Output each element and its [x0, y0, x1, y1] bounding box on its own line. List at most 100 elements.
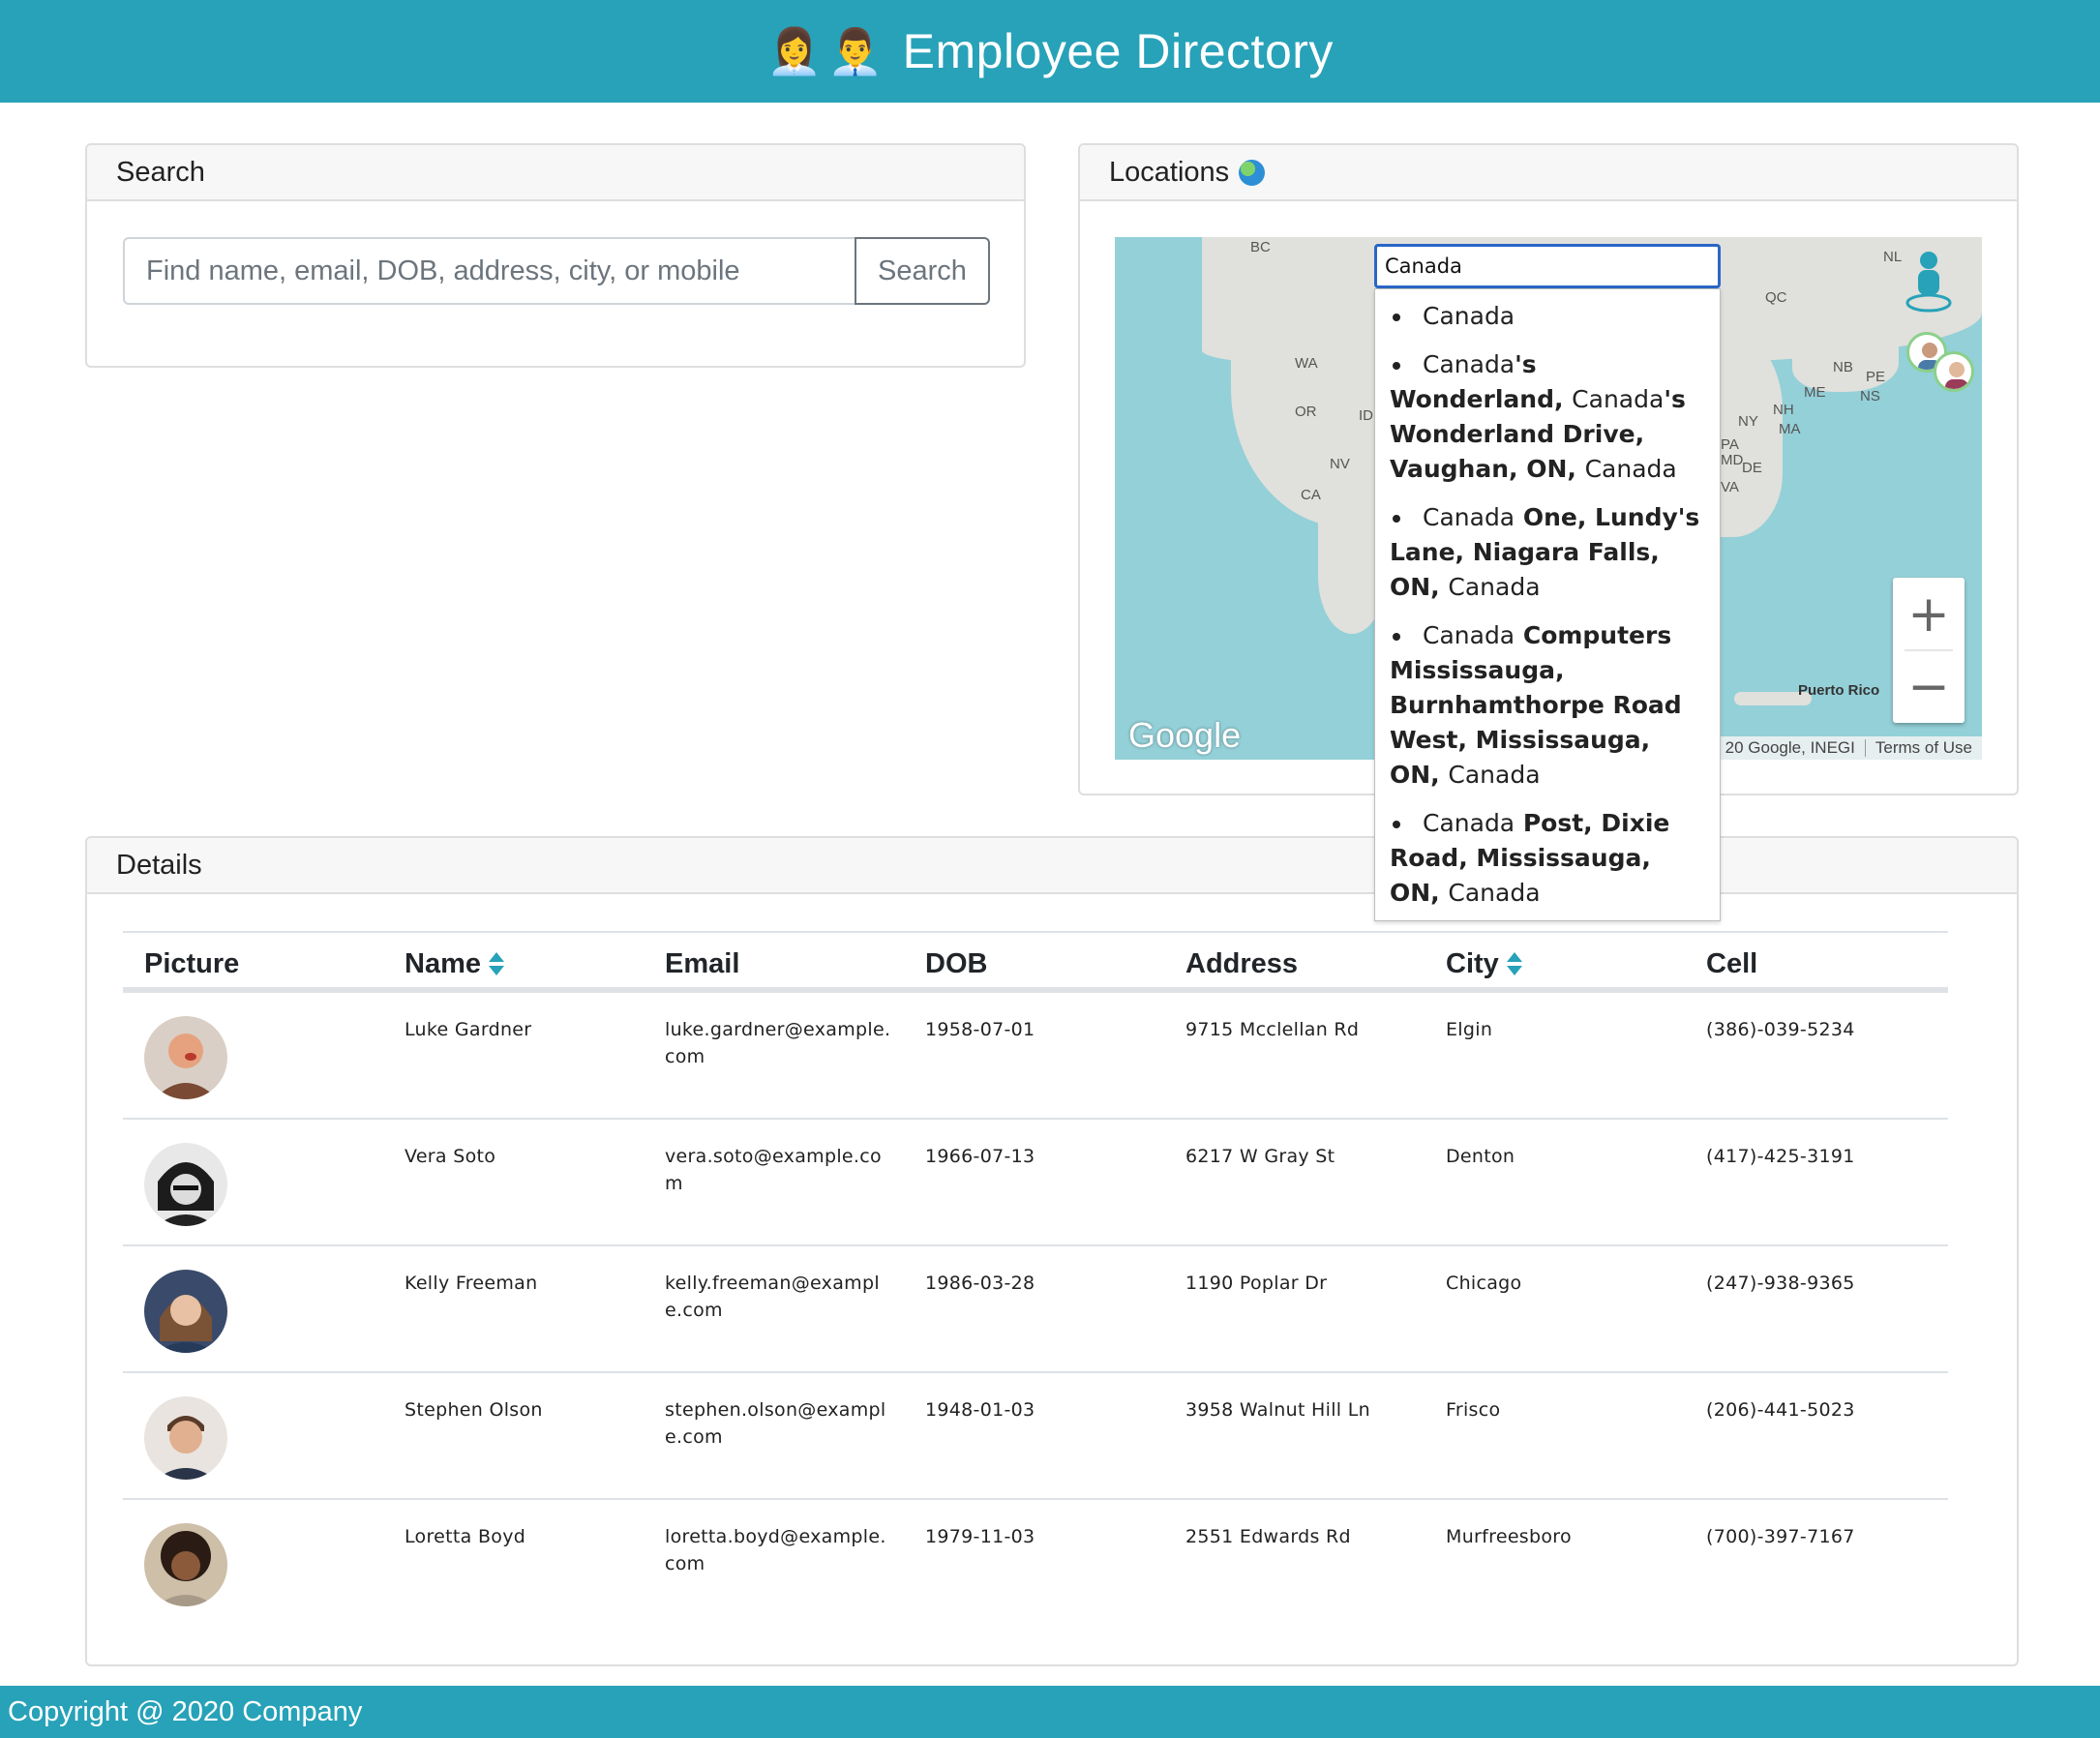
- suggestion-item[interactable]: Canada Post, Dixie Road, Mississauga, ON…: [1390, 806, 1706, 911]
- name-cell: Loretta Boyd: [405, 1526, 526, 1547]
- map-label: ME: [1804, 384, 1826, 401]
- map-label: ID: [1359, 407, 1373, 424]
- map-label: PE: [1866, 369, 1886, 385]
- table-row: Vera Soto vera.soto@example.com 1966-07-…: [123, 1120, 1948, 1246]
- employee-map-marker[interactable]: [1934, 351, 1974, 392]
- column-header-city[interactable]: City: [1425, 943, 1685, 985]
- footer: Copyright @ 2020 Company: [0, 1686, 2100, 1738]
- search-button[interactable]: Search: [855, 237, 990, 305]
- map-label: CA: [1301, 487, 1321, 503]
- suggestion-match: Canada: [1572, 385, 1665, 413]
- picture-cell: [123, 1373, 383, 1498]
- column-label: City: [1446, 947, 1499, 979]
- email-cell: loretta.boyd@example.com: [665, 1526, 886, 1574]
- avatar: [144, 1396, 227, 1480]
- city-cell: Frisco: [1446, 1399, 1501, 1421]
- zoom-control: + −: [1893, 578, 1965, 723]
- name-cell: Stephen Olson: [405, 1399, 543, 1421]
- suggestion-item[interactable]: Canada One, Lundy's Lane, Niagara Falls,…: [1390, 500, 1706, 605]
- employee-table: Picture Name Email DOB Address City Cell…: [123, 931, 1948, 1627]
- search-group: Search: [123, 237, 990, 305]
- suggestion-country: Canada: [1448, 879, 1541, 907]
- table-header: Picture Name Email DOB Address City Cell: [123, 933, 1948, 993]
- table-row: Stephen Olson stephen.olson@example.com …: [123, 1373, 1948, 1500]
- map-copyright: 20 Google, INEGI: [1725, 738, 1855, 757]
- map-label: MD: [1721, 452, 1744, 468]
- column-header-dob: DOB: [904, 943, 1164, 985]
- name-cell: Luke Gardner: [405, 1019, 532, 1040]
- suggestion-item[interactable]: Canada Computers Mississauga, Burnhamtho…: [1390, 618, 1706, 793]
- map-label: NB: [1833, 359, 1853, 375]
- city-cell: Elgin: [1446, 1019, 1493, 1040]
- suggestion-match: Canada: [1423, 503, 1515, 531]
- dob-cell: 1979-11-03: [925, 1526, 1035, 1547]
- name-cell: Kelly Freeman: [405, 1273, 538, 1294]
- map-label: Puerto Rico: [1798, 682, 1880, 699]
- column-header-picture: Picture: [123, 943, 383, 985]
- table-row: Loretta Boyd loretta.boyd@example.com 19…: [123, 1500, 1948, 1627]
- suggestion-country: Canada: [1448, 761, 1541, 789]
- suggestion-match: Canada: [1423, 809, 1515, 837]
- dob-cell: 1958-07-01: [925, 1019, 1035, 1040]
- locations-card-heading: Locations: [1080, 145, 2017, 201]
- table-row: Luke Gardner luke.gardner@example.com 19…: [123, 993, 1948, 1120]
- avatar: [144, 1016, 227, 1099]
- search-input[interactable]: [123, 237, 855, 305]
- map-label: NY: [1738, 413, 1758, 430]
- map-label: VA: [1721, 479, 1739, 495]
- sort-icon[interactable]: [1506, 952, 1522, 975]
- column-label: DOB: [925, 947, 988, 979]
- column-header-name[interactable]: Name: [383, 943, 644, 985]
- map-label: NS: [1860, 388, 1880, 405]
- map-label: OR: [1295, 404, 1317, 420]
- suggestion-country: Canada: [1584, 455, 1677, 483]
- search-card: Search Search: [85, 143, 1026, 368]
- zoom-divider: [1905, 649, 1953, 651]
- copyright-text: Copyright @ 2020 Company: [8, 1695, 363, 1727]
- sort-icon[interactable]: [489, 952, 504, 975]
- address-cell: 6217 W Gray St: [1185, 1146, 1335, 1167]
- details-card: Details Picture Name Email DOB Address C…: [85, 836, 2019, 1666]
- location-autocomplete-input[interactable]: [1374, 244, 1721, 288]
- map-label: NV: [1330, 456, 1350, 472]
- map-label: MA: [1779, 421, 1801, 437]
- dob-cell: 1948-01-03: [925, 1399, 1035, 1421]
- address-cell: 1190 Poplar Dr: [1185, 1273, 1328, 1294]
- column-header-email: Email: [644, 943, 904, 985]
- picture-cell: [123, 1500, 383, 1627]
- suggestion-match: Canada: [1423, 302, 1515, 330]
- map-attribution: 20 Google, INEGI Terms of Use: [1715, 736, 1982, 760]
- address-cell: 3958 Walnut Hill Ln: [1185, 1399, 1370, 1421]
- suggestion-item[interactable]: Canada's Wonderland, Canada's Wonderland…: [1390, 347, 1706, 487]
- avatar: [144, 1143, 227, 1226]
- app-header: 👩‍💼👨‍💼 Employee Directory: [0, 0, 2100, 103]
- suggestion-country: Canada: [1448, 573, 1541, 601]
- column-label: Picture: [144, 947, 240, 979]
- email-cell: vera.soto@example.com: [665, 1146, 882, 1194]
- name-cell: Vera Soto: [405, 1146, 496, 1167]
- dob-cell: 1986-03-28: [925, 1273, 1035, 1294]
- table-row: Kelly Freeman kelly.freeman@example.com …: [123, 1246, 1948, 1373]
- cell-phone-cell: (247)-938-9365: [1706, 1273, 1855, 1294]
- zoom-in-button[interactable]: +: [1893, 578, 1965, 650]
- suggestion-item[interactable]: Canada: [1390, 299, 1706, 334]
- address-cell: 9715 Mcclellan Rd: [1185, 1019, 1360, 1040]
- city-cell: Denton: [1446, 1146, 1515, 1167]
- suggestion-match: Canada: [1423, 350, 1515, 378]
- search-card-heading: Search: [87, 145, 1024, 201]
- column-label: Email: [665, 947, 740, 979]
- email-cell: stephen.olson@example.com: [665, 1399, 886, 1448]
- map-label: PA: [1721, 436, 1739, 453]
- avatar: [144, 1270, 227, 1353]
- picture-cell: [123, 1246, 383, 1371]
- zoom-out-button[interactable]: −: [1893, 650, 1965, 723]
- avatar: [144, 1523, 227, 1606]
- map-label: WA: [1295, 355, 1318, 372]
- dob-cell: 1966-07-13: [925, 1146, 1035, 1167]
- terms-of-use-link[interactable]: Terms of Use: [1866, 738, 1982, 758]
- cell-phone-cell: (417)-425-3191: [1706, 1146, 1855, 1167]
- map-label: QC: [1765, 289, 1787, 306]
- column-header-cell: Cell: [1685, 943, 1948, 985]
- picture-cell: [123, 993, 383, 1118]
- street-view-pegman-icon[interactable]: [1905, 249, 1953, 313]
